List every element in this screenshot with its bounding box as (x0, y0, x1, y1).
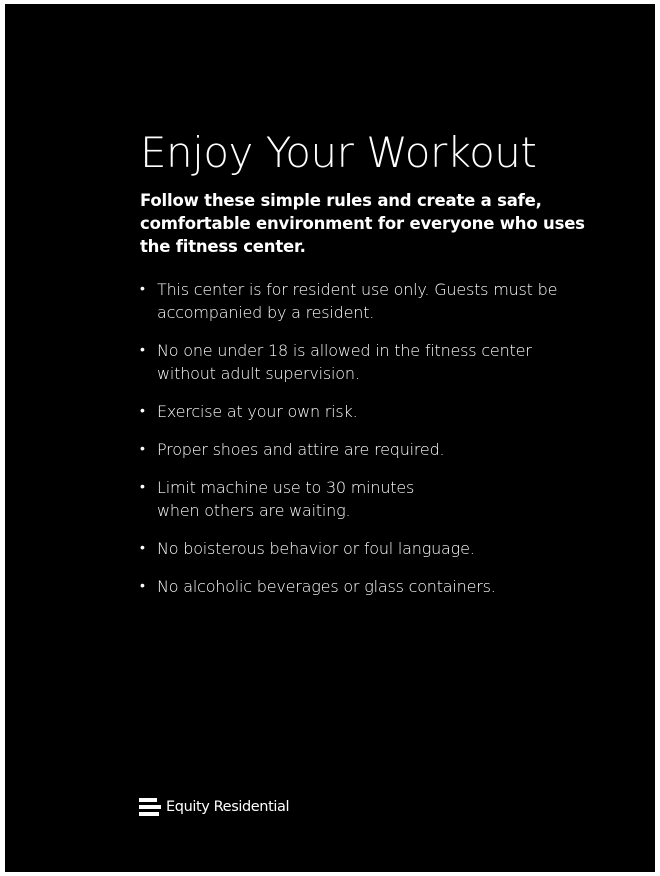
bullet-icon: • (140, 540, 145, 556)
bullet-icon: • (140, 403, 145, 419)
rule-item: • Proper shoes and attire are required. (140, 438, 620, 461)
poster-content: Enjoy Your Workout Follow these simple r… (140, 127, 620, 613)
page-title: Enjoy Your Workout (140, 128, 537, 177)
bullet-icon: • (140, 578, 145, 594)
rule-item: • No boisterous behavior or foul languag… (140, 537, 620, 560)
rule-item: • Limit machine use to 30 minutes when o… (140, 476, 620, 522)
rules-list: • This center is for resident use only. … (140, 278, 620, 598)
rule-text: No one under 18 is allowed in the fitnes… (157, 341, 532, 383)
poster: Enjoy Your Workout Follow these simple r… (5, 4, 655, 872)
rule-text: Limit machine use to 30 minutes when oth… (157, 478, 415, 520)
rule-text: No boisterous behavior or foul language. (157, 539, 475, 558)
rule-item: • Exercise at your own risk. (140, 400, 620, 423)
rule-text: No alcoholic beverages or glass containe… (157, 577, 496, 596)
subtitle: Follow these simple rules and create a s… (140, 191, 585, 256)
rule-text: Proper shoes and attire are required. (157, 440, 445, 459)
bullet-icon: • (140, 479, 145, 495)
rule-text: This center is for resident use only. Gu… (157, 280, 558, 322)
rule-item: • This center is for resident use only. … (140, 278, 620, 324)
rule-text: Exercise at your own risk. (157, 402, 358, 421)
equity-residential-logo-icon (139, 798, 161, 816)
bullet-icon: • (140, 441, 145, 457)
equity-residential-logo: Equity Residential (139, 798, 290, 816)
rule-item: • No one under 18 is allowed in the fitn… (140, 339, 620, 385)
bullet-icon: • (140, 342, 145, 358)
rule-item: • No alcoholic beverages or glass contai… (140, 575, 620, 598)
logo-text: Equity Residential (166, 799, 290, 815)
bullet-icon: • (140, 281, 145, 297)
